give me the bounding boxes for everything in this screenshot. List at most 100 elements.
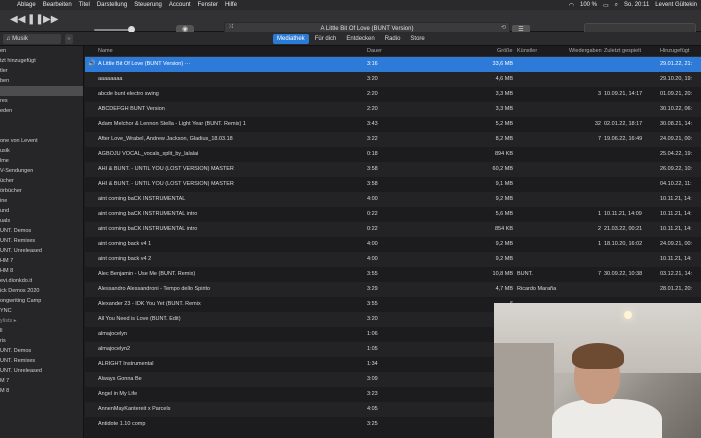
song-added: 26.09.22, 10: [660,166,693,172]
sidebar-item[interactable]: ll [0,326,83,336]
header-added[interactable]: Hinzugefügt [660,48,689,54]
sidebar-item[interactable]: UNT. Demos [0,226,83,236]
table-row[interactable]: Adam Melchor & Lennon Stella - Light Yea… [85,117,701,132]
table-row[interactable]: After Love_Wrabel, Andrew Jackson, Gladi… [85,132,701,147]
sidebar-item[interactable]: tzt hinzugefügt [0,56,83,66]
table-row[interactable]: aint coming baCK INSTRUMENTAL 4:00 9,2 MB 1… [85,192,701,207]
sidebar-item[interactable]: und [0,206,83,216]
table-row[interactable]: aint coming baCK INSTRUMENTAL intro 0:22 8… [85,222,701,237]
sidebar-item[interactable]: ongwriting Camp [0,296,83,306]
sidebar-item[interactable]: ben [0,76,83,86]
tab-fuer-dich[interactable]: Für dich [311,34,341,44]
header-duration[interactable]: Dauer [367,48,382,54]
tab-entdecken[interactable]: Entdecken [342,34,378,44]
sidebar-item[interactable]: eden [0,106,83,116]
table-row[interactable]: aaaaaaaa 3:20 4,6 MB 29.10.20, 19: [85,72,701,87]
sidebar-item[interactable]: UNT. Unreleased [0,246,83,256]
header-last-played[interactable]: Zuletzt gespielt [604,48,641,54]
sidebar-item[interactable]: evi.dionkdo.it [0,276,83,286]
table-row[interactable]: aint coming baCK INSTRUMENTAL intro 0:22 5… [85,207,701,222]
menu-titel[interactable]: Titel [79,2,90,8]
nav-arrows[interactable]: ‹› [65,34,73,44]
menu-hilfe[interactable]: Hilfe [225,2,237,8]
sidebar-item[interactable] [0,126,83,136]
table-row[interactable]: abcde bunt electro swing 2:20 3,3 MB 3 10.09… [85,87,701,102]
sidebar-item[interactable]: ücher [0,176,83,186]
song-size: 8,2 MB [495,136,513,142]
sidebar-item[interactable]: UNT. Remixes [0,356,83,366]
sidebar-item[interactable] [0,86,83,96]
volume-slider[interactable] [94,26,135,33]
table-row[interactable]: 🔊 A Little Bit Of Love (BUNT Version) ···… [85,57,701,72]
sidebar-item[interactable]: ick Demos 2020 [0,286,83,296]
header-name[interactable]: Name [98,48,113,54]
song-plays: 32 [594,121,601,127]
tab-mediathek[interactable]: Mediathek [273,34,309,44]
sidebar-item[interactable]: en [0,46,83,56]
sidebar-item[interactable]: ine [0,196,83,206]
clock[interactable]: So. 20:11 [624,2,649,8]
sidebar-section-header[interactable]: ylists ▸ [0,316,83,326]
next-icon[interactable]: ▶▶ [43,15,58,25]
song-plays: 2 [597,226,601,232]
header-plays[interactable]: Wiedergaben [569,48,602,54]
song-duration: 3:25 [367,421,378,427]
table-row[interactable]: AGBOJU VOCAL_vocals_split_by_lalalai 0:18… [85,147,701,162]
previous-icon[interactable]: ◀◀ [10,15,25,25]
song-size: 10,8 MB [492,271,513,277]
table-row[interactable]: aint coming back v4 1 4:00 9,2 MB 1 18.10.20… [85,237,701,252]
sidebar-item[interactable]: M 8 [0,386,83,396]
header-size[interactable]: Größe [497,48,513,54]
sidebar-item[interactable]: lme [0,156,83,166]
song-name: aint coming back v4 2 [98,256,152,262]
sidebar-item[interactable]: uals [0,216,83,226]
song-size: 9,1 MB [495,181,513,187]
song-added: 10.11.21, 14: [660,256,692,262]
sidebar-item[interactable]: ris [0,336,83,346]
table-row[interactable]: Alessandro Alessandroni - Tempo dello Sp… [85,282,701,297]
table-row[interactable]: aint coming back v4 2 4:00 9,2 MB 10.11.21,… [85,252,701,267]
menu-steuerung[interactable]: Steuerung [134,2,162,8]
sidebar-item[interactable]: UNT. Demos [0,346,83,356]
pause-icon[interactable]: ❚❚ [27,15,44,25]
sidebar-item[interactable]: HM 8 [0,266,83,276]
battery-icon[interactable]: ▭ [603,2,609,9]
menu-bearbeiten[interactable]: Bearbeiten [43,2,72,8]
repeat-icon[interactable]: ⟲ [501,24,506,31]
header-artist[interactable]: Künstler [517,48,537,54]
sidebar-item[interactable]: HM 7 [0,256,83,266]
tab-store[interactable]: Store [406,34,428,44]
webcam-person-body [552,399,662,438]
sidebar-item[interactable]: res [0,96,83,106]
player-toolbar: ◀◀ ❚❚ ▶▶ ◉ ⤨ A Little Bit Of Love (BUNT … [0,10,701,40]
sidebar-item[interactable]: UNT. Unreleased [0,366,83,376]
table-row[interactable]: Alec Benjamin - Use Me (BUNT. Remix) 3:55… [85,267,701,282]
song-size: 9,2 MB [495,256,513,262]
menu-ablage[interactable]: Ablage [17,2,36,8]
sidebar-item[interactable]: YNC [0,306,83,316]
table-row[interactable]: ABCDEFGH BUNT Version 2:20 3,3 MB 30.10.22,… [85,102,701,117]
sidebar-item[interactable]: örbücher [0,186,83,196]
sidebar-item[interactable]: M 7 [0,376,83,386]
song-duration: 3:16 [367,61,378,67]
song-size: 9,2 MB [495,196,513,202]
search-icon[interactable]: ⌕ [615,2,618,9]
sidebar-item[interactable]: tler [0,66,83,76]
menu-darstellung[interactable]: Darstellung [97,2,127,8]
menu-fenster[interactable]: Fenster [198,2,218,8]
song-added: 24.09.21, 00: [660,241,693,247]
sidebar-item[interactable] [0,396,83,406]
song-added: 28.01.21, 20: [660,286,693,292]
wifi-icon[interactable]: ◠ [569,2,574,9]
library-selector[interactable]: ♫ Musik [3,34,61,44]
table-row[interactable]: AHI & BUNT. - UNTIL YOU (LOST VERSION) M… [85,162,701,177]
sidebar-item[interactable]: usik [0,146,83,156]
sidebar-item[interactable] [0,116,83,126]
sidebar-item[interactable]: one von Levent [0,136,83,146]
table-row[interactable]: AHI & BUNT. - UNTIL YOU (LOST VERSION) M… [85,177,701,192]
menu-account[interactable]: Account [169,2,191,8]
sidebar-item[interactable]: V-Sendungen [0,166,83,176]
sidebar-item[interactable]: UNT. Remixes [0,236,83,246]
tab-radio[interactable]: Radio [381,34,405,44]
user-name[interactable]: Levent Gültekin [655,2,697,8]
